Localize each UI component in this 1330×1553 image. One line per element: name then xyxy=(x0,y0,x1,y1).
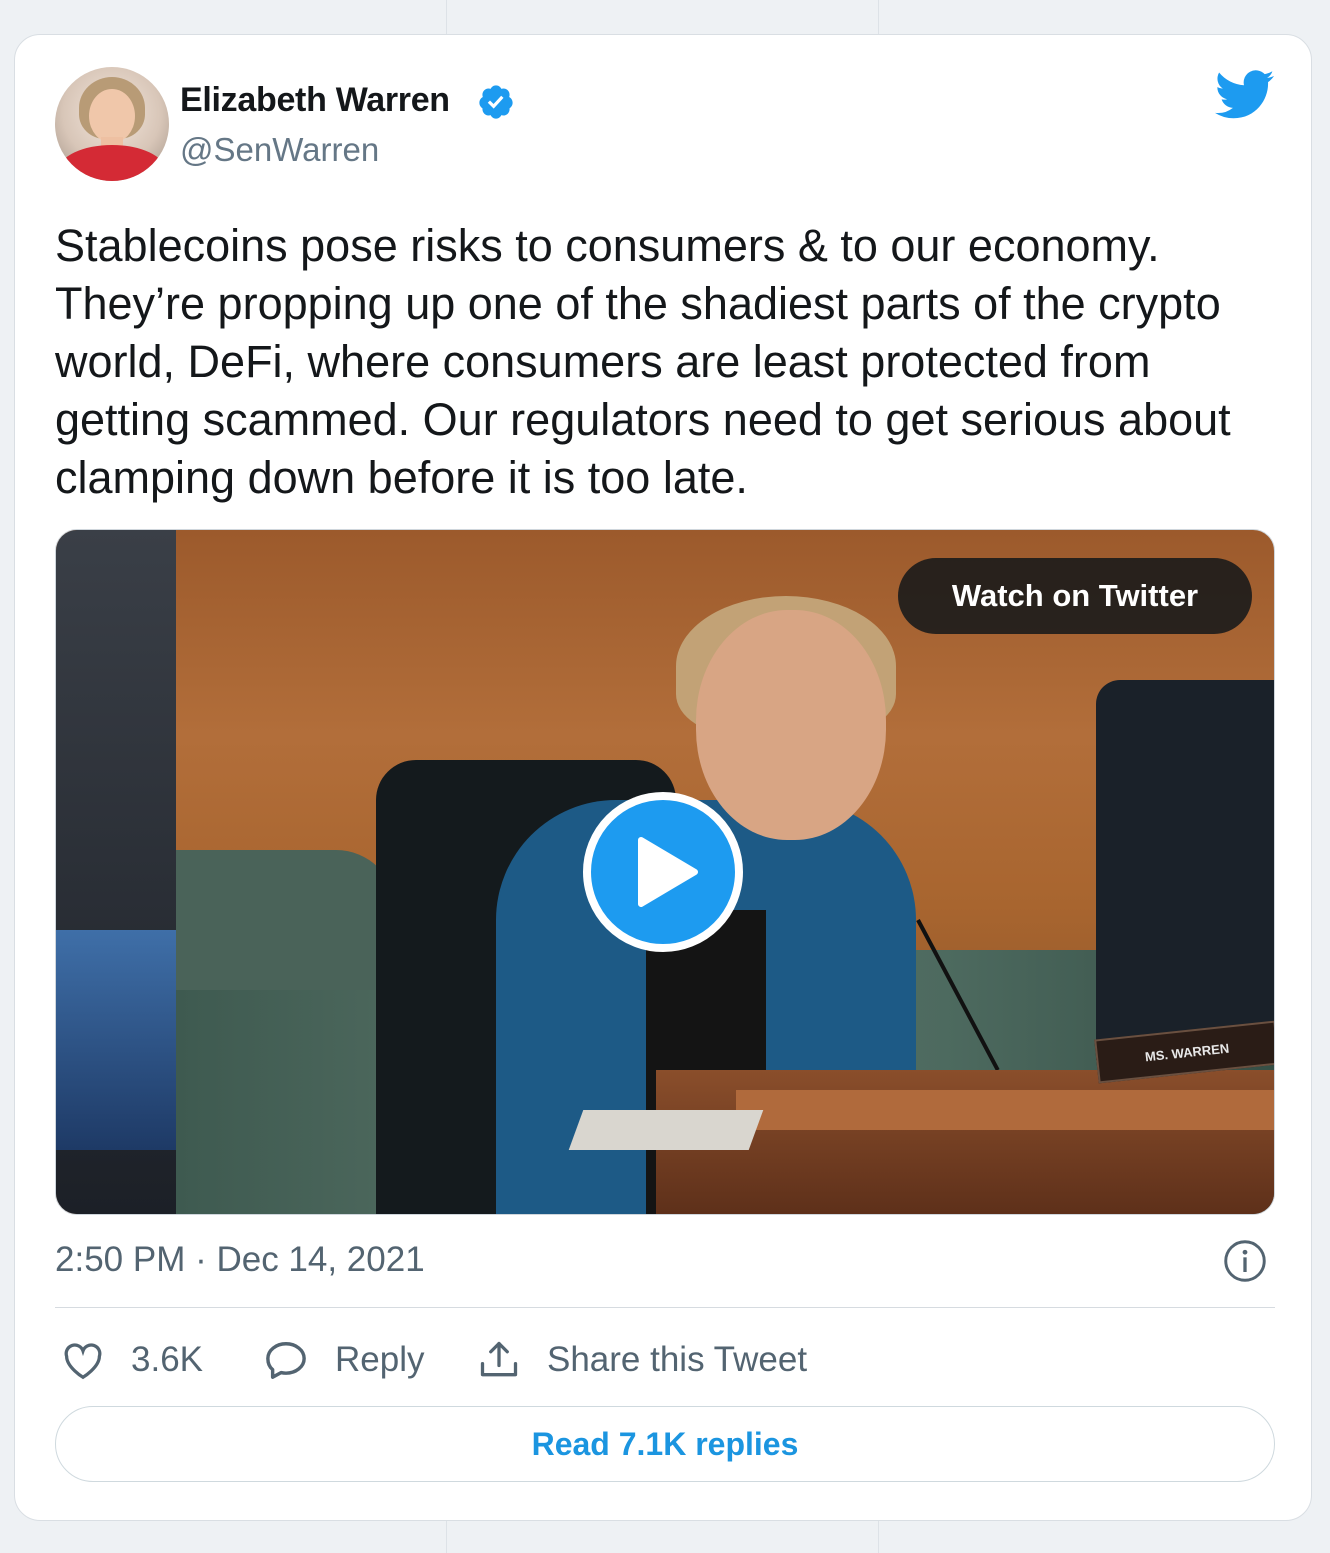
play-icon xyxy=(638,837,698,907)
tweet-card: Elizabeth Warren @SenWarren Stablecoins … xyxy=(14,34,1312,1521)
speech-bubble-icon xyxy=(266,1342,306,1379)
watch-on-twitter-button[interactable]: Watch on Twitter xyxy=(898,558,1252,634)
share-label: Share this Tweet xyxy=(547,1340,808,1379)
tweet-timestamp[interactable]: 2:50 PM · Dec 14, 2021 xyxy=(55,1240,425,1280)
likes-count: 3.6K xyxy=(131,1340,203,1379)
read-replies-button[interactable]: Read 7.1K replies xyxy=(55,1406,1275,1482)
video-player[interactable]: MS. WARREN Watch on Twitter xyxy=(55,529,1275,1215)
info-icon[interactable] xyxy=(1223,1239,1267,1283)
play-button[interactable] xyxy=(583,792,743,952)
twitter-bird-icon[interactable] xyxy=(1215,69,1275,121)
reply-button[interactable]: Reply xyxy=(263,1332,424,1388)
like-button[interactable]: 3.6K xyxy=(61,1332,203,1388)
avatar[interactable] xyxy=(55,67,169,181)
divider xyxy=(55,1307,1275,1308)
author-handle[interactable]: @SenWarren xyxy=(180,131,379,169)
share-button[interactable]: Share this Tweet xyxy=(477,1332,807,1388)
share-upload-icon xyxy=(480,1341,518,1377)
reply-label: Reply xyxy=(335,1340,425,1379)
heart-icon xyxy=(64,1343,102,1380)
tweet-text: Stablecoins pose risks to consumers & to… xyxy=(55,220,1231,503)
author-name[interactable]: Elizabeth Warren xyxy=(180,81,450,120)
verified-badge-icon xyxy=(479,85,513,119)
